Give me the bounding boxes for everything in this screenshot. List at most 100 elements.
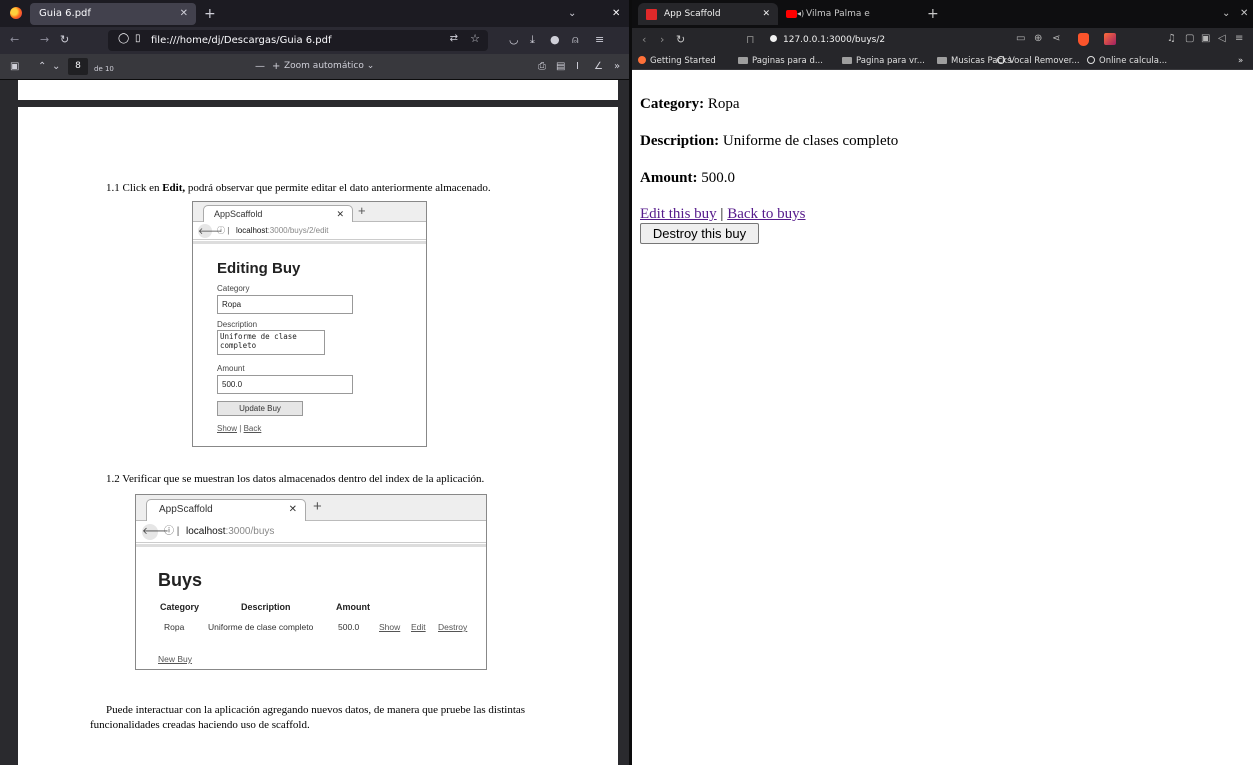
brave-shields-icon[interactable] xyxy=(1078,33,1089,46)
closing-text-line-2: funcionalidades creadas haciendo uso de … xyxy=(90,719,310,731)
close-tab-icon[interactable]: ✕ xyxy=(762,3,770,25)
bookmark-label: Getting Started xyxy=(650,56,716,66)
bookmark-label: Pagina para vr... xyxy=(856,56,925,66)
url-text[interactable]: 127.0.0.1:3000/buys/2 xyxy=(783,35,885,45)
zoom-icon[interactable]: ⊕ xyxy=(1034,32,1042,46)
bookmark-star-icon[interactable]: ☆ xyxy=(470,32,480,45)
update-buy-button: Update Buy xyxy=(217,401,303,416)
save-icon[interactable]: ▤ xyxy=(556,60,565,74)
url-bar[interactable]: ◯ ▯ file:///home/dj/Descargas/Guia 6.pdf… xyxy=(108,30,488,51)
amount-field: 500.0 xyxy=(217,375,353,394)
text-tool-icon[interactable]: I xyxy=(576,60,579,74)
back-to-buys-link[interactable]: Back to buys xyxy=(727,206,805,222)
closing-text-line-1: Puede interactuar con la aplicación agre… xyxy=(106,704,526,716)
new-tab-icon[interactable]: + xyxy=(204,3,216,25)
column-amount: Amount xyxy=(336,602,370,612)
step-2-text: 1.2 Verificar que se muestran los datos … xyxy=(106,473,485,485)
back-icon[interactable]: ← xyxy=(10,33,19,47)
new-tab-icon[interactable]: + xyxy=(927,3,939,25)
tab-app-scaffold[interactable]: App Scaffold ✕ xyxy=(638,3,778,25)
edit-buy-screenshot: AppScaffold ✕ + 🡐 ⓘ | localhost:3000/buy… xyxy=(192,201,427,447)
close-window-icon[interactable]: ✕ xyxy=(612,3,620,25)
chevron-down-icon[interactable]: ⌄ xyxy=(1222,3,1230,25)
action-links: Edit this buy | Back to buys xyxy=(640,205,806,223)
shot-path: :3000/buys/2/edit xyxy=(267,226,329,235)
draw-tool-icon[interactable]: ∠ xyxy=(594,60,603,74)
bookmark-icon[interactable]: ⊓ xyxy=(746,33,755,47)
sidebar-toggle-icon[interactable]: ▣ xyxy=(10,60,19,74)
close-tab-icon[interactable]: ✕ xyxy=(180,3,188,25)
shield-icon[interactable]: ◯ xyxy=(118,33,129,44)
row-amount: 500.0 xyxy=(338,622,360,632)
zoom-out-icon[interactable]: — xyxy=(255,60,265,74)
pocket-icon[interactable]: ◡ xyxy=(509,33,519,47)
more-tools-icon[interactable]: » xyxy=(614,60,620,74)
bookmark-vocal-remover[interactable]: Vocal Remover... xyxy=(997,54,1080,68)
amount-label: Amount: xyxy=(640,170,698,186)
cast-icon[interactable]: ▭ xyxy=(1016,32,1025,46)
forward-icon[interactable]: → xyxy=(40,33,49,47)
previous-page-icon[interactable]: ⌃ xyxy=(38,60,46,74)
shot-tab: AppScaffold ✕ xyxy=(203,205,353,222)
description-value: Uniforme de clases completo xyxy=(722,133,899,149)
next-page-icon[interactable]: ⌄ xyxy=(52,60,60,74)
shot-address-bar: 🡐 ⓘ | localhost:3000/buys/2/edit xyxy=(193,222,426,240)
destroy-this-buy-button[interactable]: Destroy this buy xyxy=(640,223,759,244)
vpn-icon[interactable]: ◁ xyxy=(1218,32,1226,46)
extensions-icon[interactable]: ▣ xyxy=(1201,32,1210,46)
media-icon[interactable]: ♫ xyxy=(1167,32,1176,46)
page-number-input[interactable]: 8 xyxy=(68,58,88,75)
reload-icon[interactable]: ↻ xyxy=(676,33,685,47)
bookmark-folder-pagina-vr[interactable]: Pagina para vr... xyxy=(842,54,925,68)
menu-icon[interactable]: ≡ xyxy=(1235,32,1243,46)
site-info-icon[interactable] xyxy=(770,35,777,42)
share-icon[interactable]: ⋖ xyxy=(1052,32,1060,46)
forward-icon[interactable]: › xyxy=(660,33,664,47)
description-label: Description: xyxy=(640,133,720,149)
list-tabs-icon[interactable]: ⌄ xyxy=(568,3,576,25)
url-bar[interactable]: 127.0.0.1:3000/buys/2 xyxy=(770,34,885,46)
description-line: Description: Uniforme de clases completo xyxy=(640,132,898,150)
menu-icon[interactable]: ≡ xyxy=(595,33,604,47)
edit-this-buy-link[interactable]: Edit this buy xyxy=(640,206,717,222)
bookmark-getting-started[interactable]: Getting Started xyxy=(638,54,716,68)
speaker-icon[interactable]: ◂) xyxy=(797,3,804,25)
sidebar-icon[interactable]: ▢ xyxy=(1185,32,1194,46)
back-icon[interactable]: ‹ xyxy=(642,33,646,47)
folder-icon xyxy=(738,57,748,64)
brave-window: App Scaffold ✕ ◂) Vilma Palma e Vampiros… xyxy=(632,0,1253,765)
zoom-label: Zoom automático xyxy=(284,61,364,71)
shot-tab-strip: AppScaffold ✕ + xyxy=(136,495,486,521)
more-bookmarks-icon[interactable]: » xyxy=(1238,54,1243,68)
extension-icon[interactable]: ● xyxy=(550,33,560,47)
bookmark-online-calcula[interactable]: Online calcula... xyxy=(1087,54,1167,68)
shot-url: localhost:3000/buys xyxy=(186,521,274,543)
tab-vilma-palma[interactable]: ◂) Vilma Palma e Vampiros xyxy=(782,3,912,41)
tab-guia-pdf[interactable]: Guia 6.pdf ✕ xyxy=(30,3,196,25)
close-icon: ✕ xyxy=(336,209,344,219)
print-icon[interactable]: ⎙ xyxy=(538,60,546,74)
category-label: Category: xyxy=(640,96,705,112)
step-1-text: 1.1 Click en Edit, podrá observar que pe… xyxy=(106,181,491,195)
plus-icon: + xyxy=(358,203,366,218)
firefox-tab-bar: Guia 6.pdf ✕ + ⌄ ✕ xyxy=(0,0,629,27)
row-edit-link: Edit xyxy=(411,622,426,632)
account-icon[interactable]: ⍝ xyxy=(572,33,579,47)
firefox-logo-icon xyxy=(10,7,22,19)
download-icon[interactable]: ⤓ xyxy=(530,33,535,47)
firefox-nav-bar: ← → ↻ ◯ ▯ file:///home/dj/Descargas/Guia… xyxy=(0,27,629,54)
zoom-in-icon[interactable]: + xyxy=(272,60,280,74)
editing-buy-heading: Editing Buy xyxy=(217,260,301,277)
close-window-icon[interactable]: ✕ xyxy=(1240,3,1248,25)
brave-rewards-icon[interactable] xyxy=(1104,33,1116,45)
buys-index-screenshot: AppScaffold ✕ + 🡐 ⓘ | localhost:3000/buy… xyxy=(135,494,487,670)
shot-separator xyxy=(136,544,486,547)
zoom-select[interactable]: Zoom automático ⌄ xyxy=(284,59,374,74)
bookmark-folder-paginas[interactable]: Paginas para d... xyxy=(738,54,823,68)
bookmarks-bar: Getting Started Paginas para d... Pagina… xyxy=(632,52,1253,70)
reload-icon[interactable]: ↻ xyxy=(60,33,69,47)
url-text[interactable]: file:///home/dj/Descargas/Guia 6.pdf xyxy=(151,30,332,51)
amount-line: Amount: 500.0 xyxy=(640,169,735,187)
translate-icon[interactable]: ⇄ xyxy=(450,33,458,44)
category-value: Ropa xyxy=(707,96,740,112)
